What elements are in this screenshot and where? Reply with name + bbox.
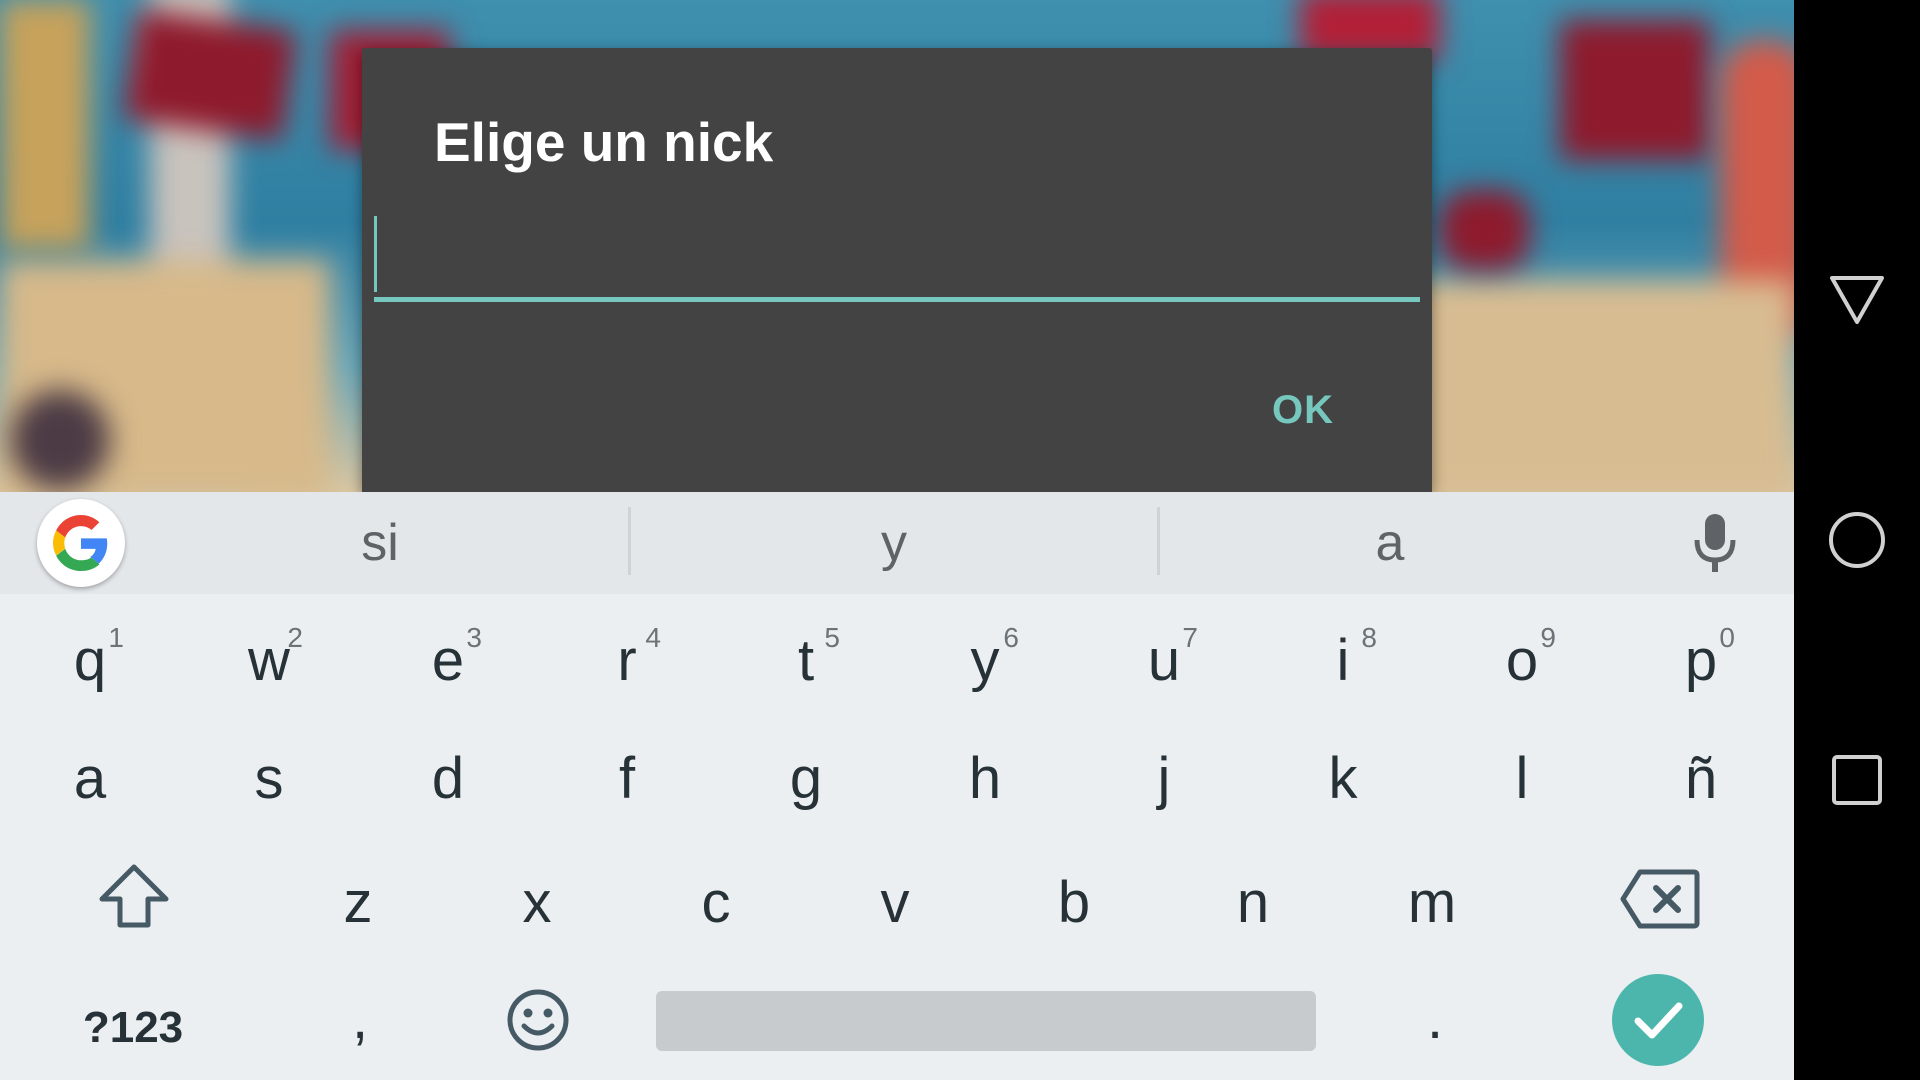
symbols-key[interactable]: ?123 xyxy=(58,990,208,1066)
key-y[interactable]: y6 xyxy=(915,604,1055,716)
key-label: p xyxy=(1684,627,1718,693)
key-label: o xyxy=(1505,627,1539,693)
key-x[interactable]: x xyxy=(467,846,607,958)
key-e[interactable]: e3 xyxy=(378,604,518,716)
key-n-tilde[interactable]: ñ xyxy=(1631,722,1771,834)
key-hint: 0 xyxy=(1719,622,1735,653)
navigation-bar xyxy=(1794,0,1920,1080)
google-g-icon[interactable] xyxy=(37,499,125,587)
suggestion-divider xyxy=(1157,507,1160,575)
enter-key[interactable] xyxy=(1612,974,1704,1066)
backspace-icon[interactable] xyxy=(1610,862,1710,936)
nick-input[interactable] xyxy=(374,213,1420,302)
key-m[interactable]: m xyxy=(1362,846,1502,958)
key-q[interactable]: q1 xyxy=(20,604,160,716)
key-o[interactable]: o9 xyxy=(1452,604,1592,716)
key-i[interactable]: i8 xyxy=(1273,604,1413,716)
key-a[interactable]: a xyxy=(20,722,160,834)
key-hint: 2 xyxy=(287,622,303,653)
key-t[interactable]: t5 xyxy=(736,604,876,716)
key-label: u xyxy=(1147,627,1181,693)
key-g[interactable]: g xyxy=(736,722,876,834)
comma-key[interactable]: , xyxy=(290,962,430,1074)
nick-dialog: Elige un nick OK xyxy=(362,48,1432,492)
key-hint: 8 xyxy=(1361,622,1377,653)
key-k[interactable]: k xyxy=(1273,722,1413,834)
key-label: q xyxy=(73,627,107,693)
key-hint: 1 xyxy=(108,622,124,653)
period-key[interactable]: . xyxy=(1365,962,1505,1074)
key-hint: 9 xyxy=(1540,622,1556,653)
nav-recents-icon[interactable] xyxy=(1817,740,1897,820)
key-hint: 3 xyxy=(466,622,482,653)
suggestion-1[interactable]: si xyxy=(140,492,620,594)
text-cursor xyxy=(374,216,377,292)
key-w[interactable]: w2 xyxy=(199,604,339,716)
key-b[interactable]: b xyxy=(1004,846,1144,958)
nav-back-icon[interactable] xyxy=(1817,260,1897,340)
key-label: w xyxy=(248,627,290,693)
key-u[interactable]: u7 xyxy=(1094,604,1234,716)
key-label: e xyxy=(431,627,465,693)
key-v[interactable]: v xyxy=(825,846,965,958)
key-r[interactable]: r4 xyxy=(557,604,697,716)
dialog-title: Elige un nick xyxy=(434,111,774,173)
suggestion-bar: si y a xyxy=(0,492,1794,594)
microphone-icon[interactable] xyxy=(1690,512,1740,576)
key-hint: 4 xyxy=(645,622,661,653)
key-hint: 7 xyxy=(1182,622,1198,653)
checkmark-icon xyxy=(1634,1002,1683,1039)
key-s[interactable]: s xyxy=(199,722,339,834)
key-n[interactable]: n xyxy=(1183,846,1323,958)
key-label: r xyxy=(617,627,637,693)
app-screen: Elige un nick OK si y a q 1 w 2 e 3 r 4 … xyxy=(0,0,1794,1080)
key-label: t xyxy=(797,627,815,693)
nav-home-icon[interactable] xyxy=(1817,500,1897,580)
soft-keyboard: si y a q1 w2 e3 r4 t5 y6 u7 i8 o9 p0 a s xyxy=(0,492,1794,1080)
key-z[interactable]: z xyxy=(288,846,428,958)
ok-button[interactable]: OK xyxy=(1272,388,1334,433)
key-hint: 6 xyxy=(1003,622,1019,653)
key-f[interactable]: f xyxy=(557,722,697,834)
key-p[interactable]: p0 xyxy=(1631,604,1771,716)
key-label: y xyxy=(970,627,1000,693)
emoji-icon[interactable] xyxy=(500,982,576,1058)
suggestion-3[interactable]: a xyxy=(1170,492,1610,594)
key-d[interactable]: d xyxy=(378,722,518,834)
key-h[interactable]: h xyxy=(915,722,1055,834)
key-label: i xyxy=(1336,627,1350,693)
shift-icon[interactable] xyxy=(82,856,186,936)
suggestion-divider xyxy=(628,507,631,575)
key-j[interactable]: j xyxy=(1094,722,1234,834)
suggestion-2[interactable]: y xyxy=(640,492,1148,594)
key-c[interactable]: c xyxy=(646,846,786,958)
key-hint: 5 xyxy=(824,622,840,653)
key-l[interactable]: l xyxy=(1452,722,1592,834)
space-bar[interactable] xyxy=(656,991,1316,1051)
